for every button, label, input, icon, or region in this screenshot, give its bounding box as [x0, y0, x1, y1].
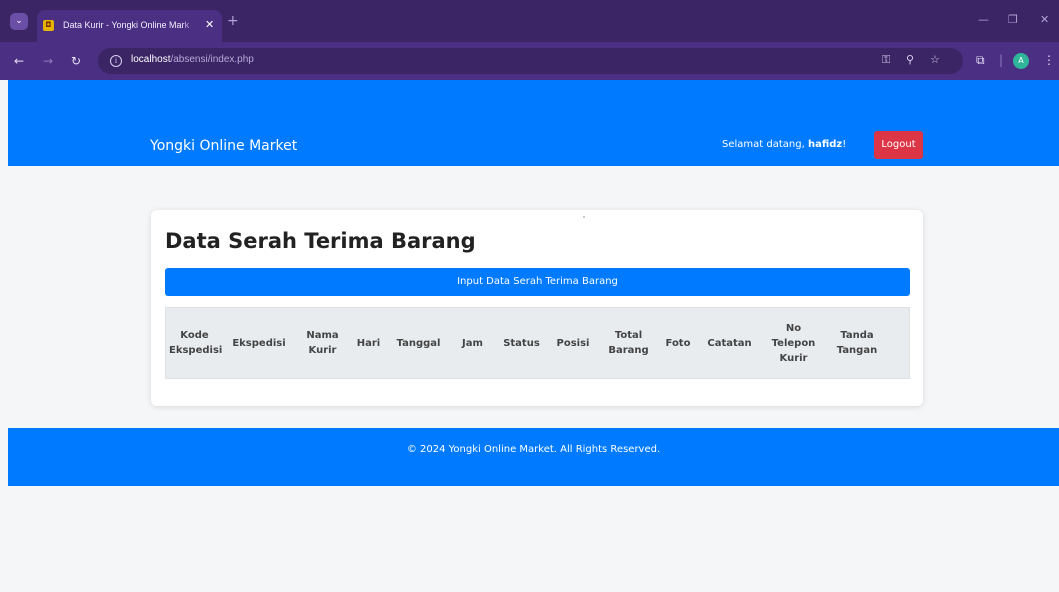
column-header[interactable]: Tanggal	[387, 336, 450, 351]
new-tab-button[interactable]: +	[227, 14, 239, 28]
copyright-text: © 2024 Yongki Online Market. All Rights …	[406, 444, 661, 455]
column-header[interactable]: Status	[495, 336, 548, 351]
page-title: Data Serah Terima Barang	[165, 229, 476, 253]
profile-avatar[interactable]: A	[1013, 53, 1029, 69]
column-header[interactable]: Total Barang	[598, 328, 659, 358]
bookmark-star-icon[interactable]: ☆	[930, 53, 940, 67]
close-window-icon[interactable]: ✕	[1040, 14, 1049, 26]
column-header[interactable]: Tanda Tangan	[825, 328, 889, 358]
decorative-dot	[583, 216, 585, 218]
more-menu-icon[interactable]: ⋮	[1043, 53, 1055, 67]
column-header[interactable]: Posisi	[548, 336, 598, 351]
browser-tab-bar: ⌄ ◘ Data Kurir - Yongki Online Mark ✕ + …	[0, 0, 1059, 42]
url-text[interactable]: localhost/absensi/index.php	[131, 54, 254, 65]
content-card: Data Serah Terima Barang Input Data Sera…	[151, 210, 923, 406]
tab-search-icon[interactable]: ⌄	[10, 13, 28, 30]
back-icon[interactable]: ←	[14, 54, 24, 68]
logout-button[interactable]: Logout	[874, 131, 923, 159]
table-header-row: Kode Ekspedisi Ekspedisi Nama Kurir Hari…	[165, 307, 910, 379]
site-navbar: Yongki Online Market Selamat datang, haf…	[8, 80, 1059, 166]
column-header[interactable]: Jam	[450, 336, 495, 351]
brand-name[interactable]: Yongki Online Market	[150, 137, 297, 155]
tab-title: Data Kurir - Yongki Online Mark	[63, 20, 190, 30]
input-data-button[interactable]: Input Data Serah Terima Barang	[165, 268, 910, 296]
column-header[interactable]: Catatan	[697, 336, 762, 351]
zoom-icon[interactable]: ⚲	[906, 53, 914, 67]
browser-tab-active[interactable]: ◘ Data Kurir - Yongki Online Mark ✕	[37, 10, 222, 42]
site-footer: © 2024 Yongki Online Market. All Rights …	[8, 428, 1059, 486]
password-key-icon[interactable]: ⚿	[882, 53, 890, 67]
browser-toolbar: ← → ↻ i localhost/absensi/index.php ⚿ ⚲ …	[0, 42, 1059, 80]
column-header[interactable]: No Telepon Kurir	[762, 321, 825, 366]
minimize-icon[interactable]: —	[978, 14, 989, 26]
column-header[interactable]: Ekspedisi	[223, 336, 295, 351]
reload-icon[interactable]: ↻	[71, 54, 81, 68]
extensions-icon[interactable]: ⧉	[976, 53, 985, 67]
column-header[interactable]: Foto	[659, 336, 697, 351]
toolbar-divider: |	[999, 53, 1004, 67]
address-bar[interactable]: i localhost/absensi/index.php ⚿ ⚲ ☆	[98, 48, 963, 74]
column-header[interactable]: Kode Ekspedisi	[166, 328, 223, 358]
welcome-message: Selamat datang, hafidz!	[722, 139, 847, 150]
favicon-icon: ◘	[43, 20, 54, 31]
username: hafidz	[807, 139, 843, 150]
tab-close-icon[interactable]: ✕	[205, 19, 214, 31]
column-header[interactable]: Nama Kurir	[295, 328, 350, 358]
column-header[interactable]: Hari	[350, 336, 387, 351]
maximize-icon[interactable]: ❐	[1008, 14, 1018, 26]
forward-icon[interactable]: →	[43, 54, 53, 68]
info-icon[interactable]: i	[110, 55, 122, 67]
